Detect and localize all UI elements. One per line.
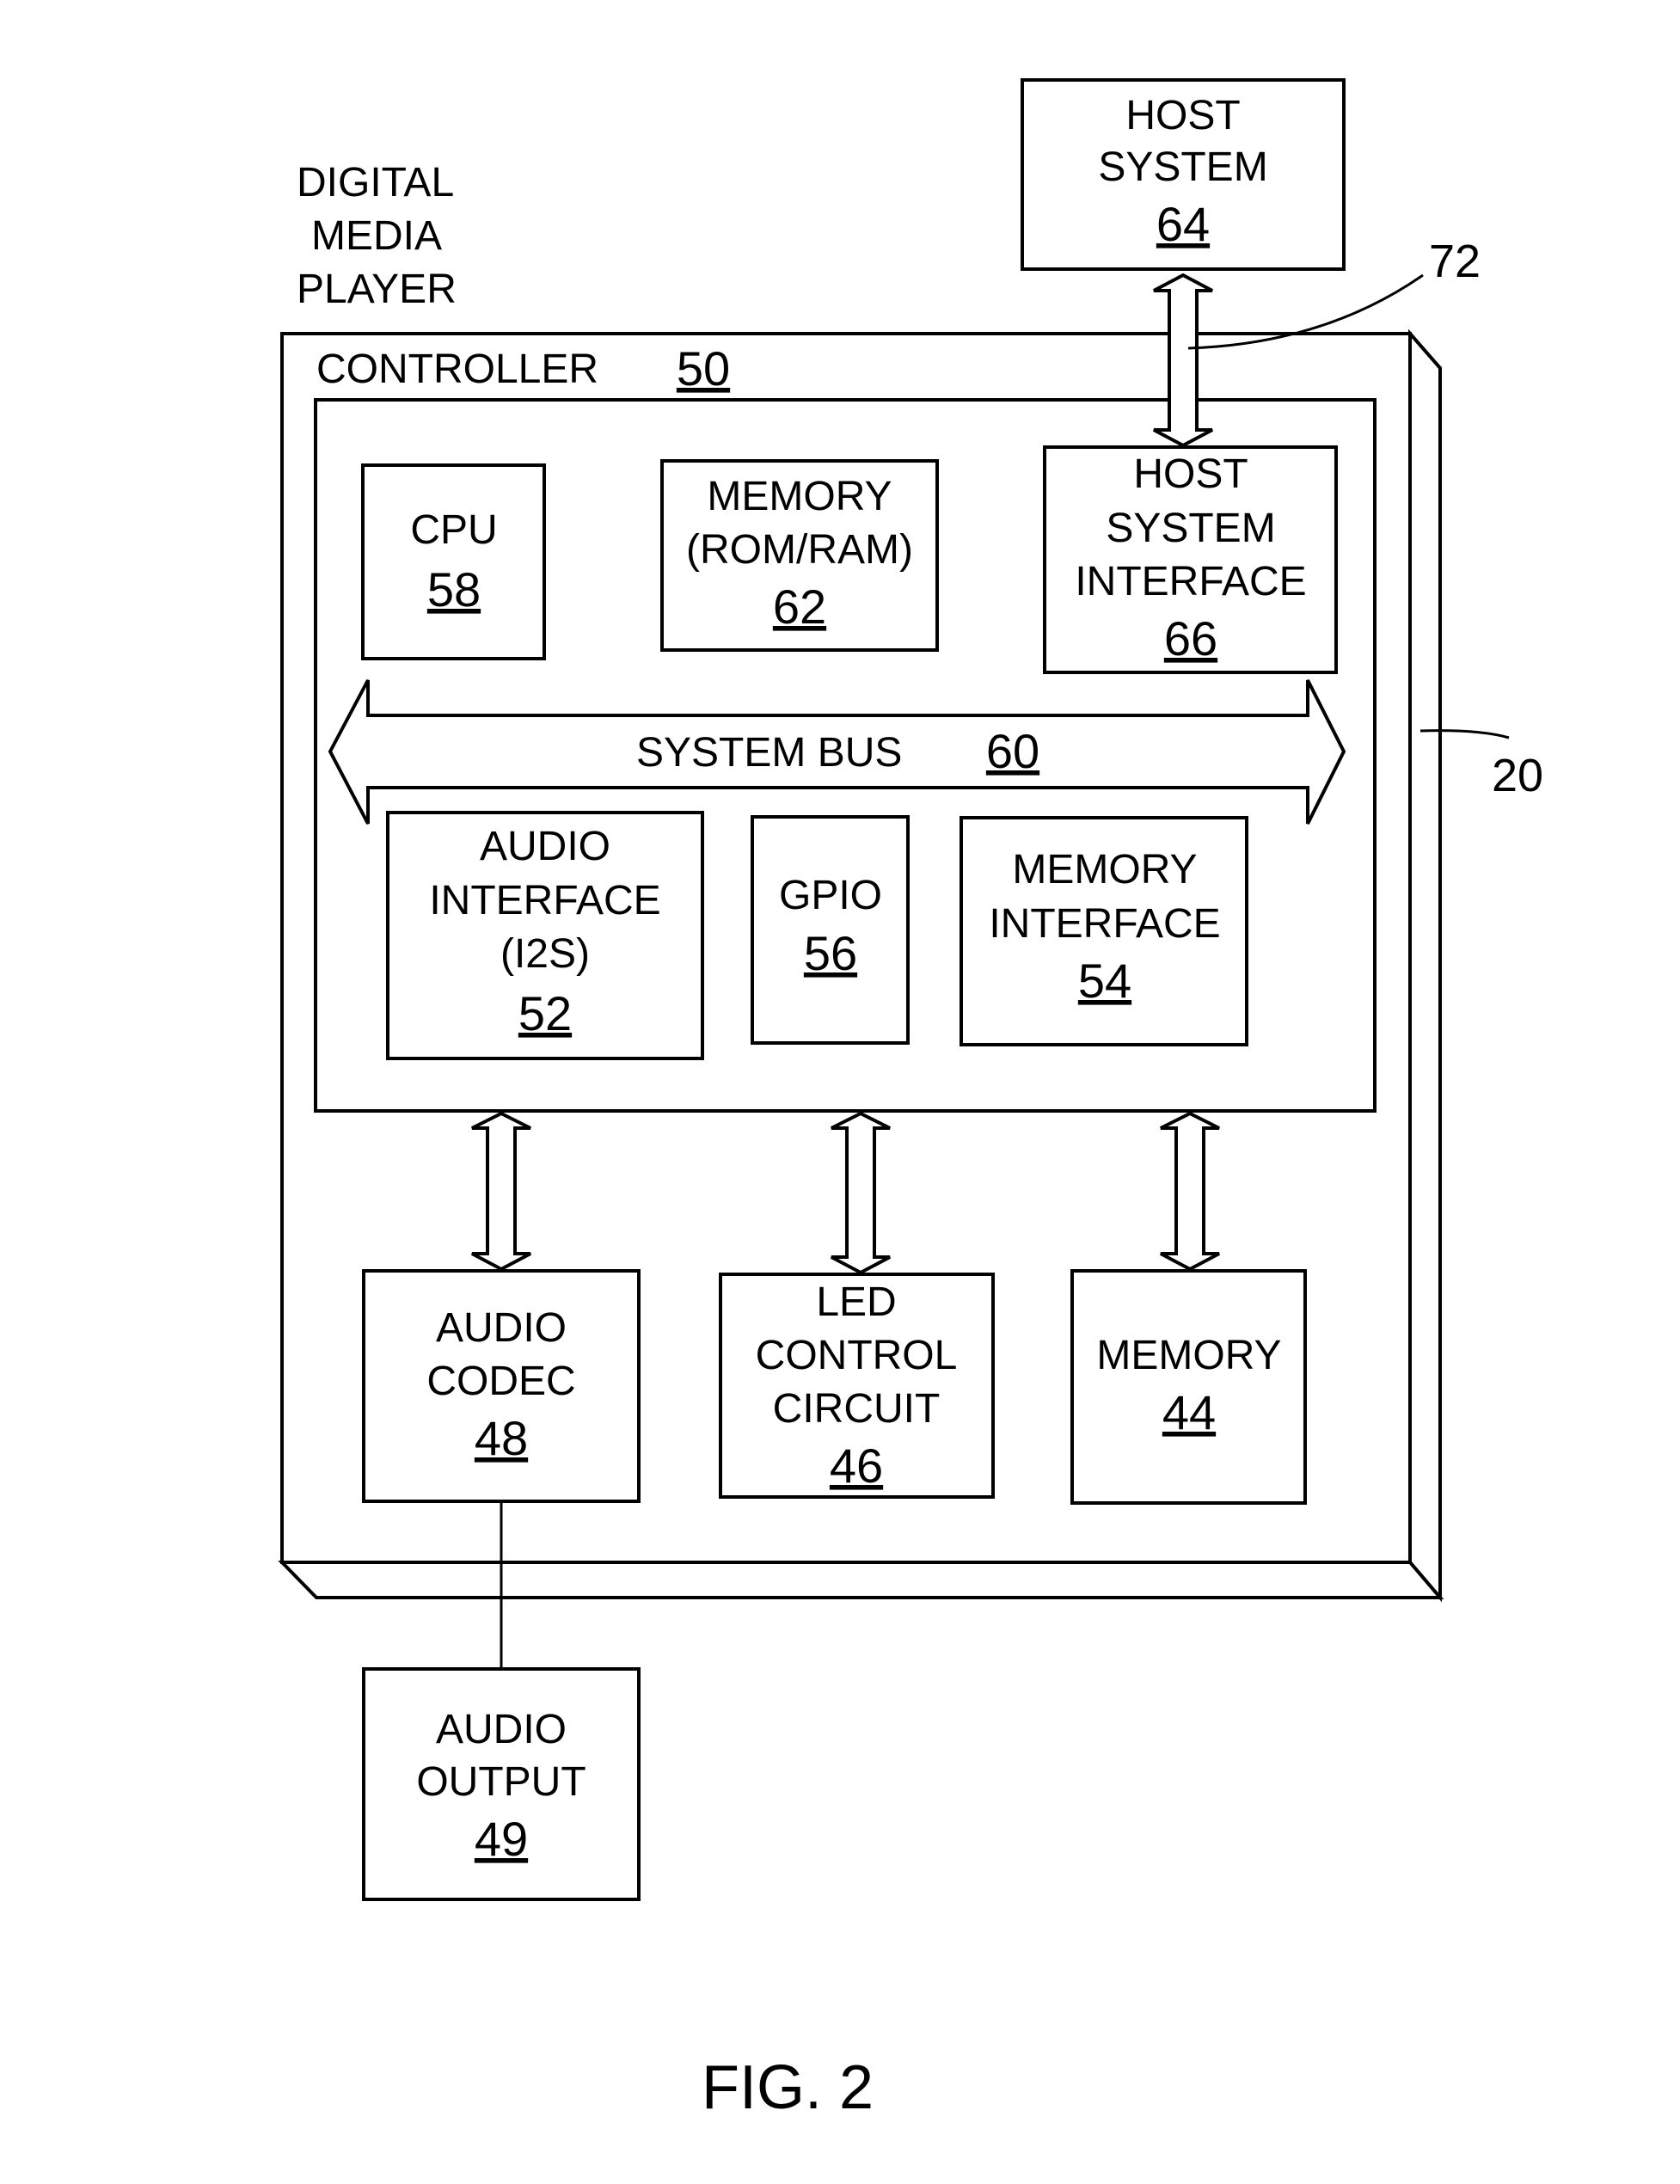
cpu-ref: 58 [427,562,481,617]
gpio-ref: 56 [804,926,857,980]
led-control-line-3: CIRCUIT [773,1386,941,1432]
host-link-ref: 72 [1429,236,1481,287]
audio-output-line-1: AUDIO [436,1707,567,1752]
audio-codec-line-1: AUDIO [436,1305,567,1351]
memory-label: MEMORY [1096,1333,1281,1378]
audio-interface-line-1: AUDIO [480,824,610,869]
led-control-line-1: LED [816,1279,896,1325]
host-system-line-2: SYSTEM [1098,144,1267,190]
memory-interface-block: MEMORY INTERFACE 54 [960,816,1248,1046]
device-label-line-1: DIGITAL [297,160,454,206]
gpio-block: GPIO 56 [751,815,910,1045]
audio-codec-block: AUDIO CODEC 48 [362,1269,641,1503]
led-control-block: LED CONTROL CIRCUIT 46 [719,1273,995,1499]
audio-output-block: AUDIO OUTPUT 49 [362,1667,641,1901]
block-diagram: DIGITAL MEDIA PLAYER HOST SYSTEM 64 20 C… [278,78,1543,2122]
memory-interface-ref: 54 [1078,954,1131,1008]
memory-block: MEMORY 44 [1070,1269,1307,1505]
enclosure-side-face [1408,328,1442,1603]
audio-interface-block: AUDIO INTERFACE (I2S) 52 [386,811,704,1060]
memory-rom-ram-block: MEMORY (ROM/RAM) 62 [660,459,939,652]
host-system-interface-block: HOST SYSTEM INTERFACE 66 [1043,445,1338,674]
device-label-line-3: PLAYER [297,267,457,312]
audio-output-line-2: OUTPUT [416,1759,586,1805]
system-bus-ref: 60 [986,724,1039,778]
audio-codec-ref: 48 [475,1411,528,1465]
device-label-line-2: MEDIA [311,213,442,259]
device-ref: 20 [1492,750,1543,801]
controller-label: CONTROLLER [316,347,598,392]
system-bus-label: SYSTEM BUS [636,730,902,776]
memory-ref: 44 [1162,1385,1216,1439]
audio-codec-line-2: CODEC [426,1359,575,1404]
memory-rom-ram-ref: 62 [773,580,826,634]
audio-interface-line-2: INTERFACE [429,878,660,923]
figure-label: FIG. 2 [702,2053,874,2122]
enclosure-bottom-face [278,1561,1444,1599]
hsi-ref: 66 [1164,611,1217,666]
audio-output-ref: 49 [475,1812,528,1866]
gpio-label: GPIO [779,873,882,918]
device-label: DIGITAL MEDIA PLAYER [297,160,457,312]
controller-ref: 50 [677,341,730,396]
hsi-line-2: SYSTEM [1106,506,1275,551]
host-system-block: HOST SYSTEM 64 [1021,78,1346,271]
memory-rom-ram-line-2: (ROM/RAM) [686,527,913,573]
led-control-ref: 46 [830,1439,883,1493]
cpu-block: CPU 58 [361,463,546,660]
host-system-line-1: HOST [1125,93,1240,138]
memory-rom-ram-line-1: MEMORY [707,474,892,519]
hsi-line-3: INTERFACE [1075,559,1306,604]
host-system-ref: 64 [1156,197,1210,251]
memory-interface-line-2: INTERFACE [989,901,1220,947]
cpu-label: CPU [410,507,497,553]
audio-interface-ref: 52 [518,986,572,1040]
led-control-line-2: CONTROL [756,1333,958,1378]
audio-interface-line-3: (I2S) [500,931,590,977]
memory-interface-line-1: MEMORY [1012,847,1197,893]
hsi-line-1: HOST [1133,451,1248,497]
